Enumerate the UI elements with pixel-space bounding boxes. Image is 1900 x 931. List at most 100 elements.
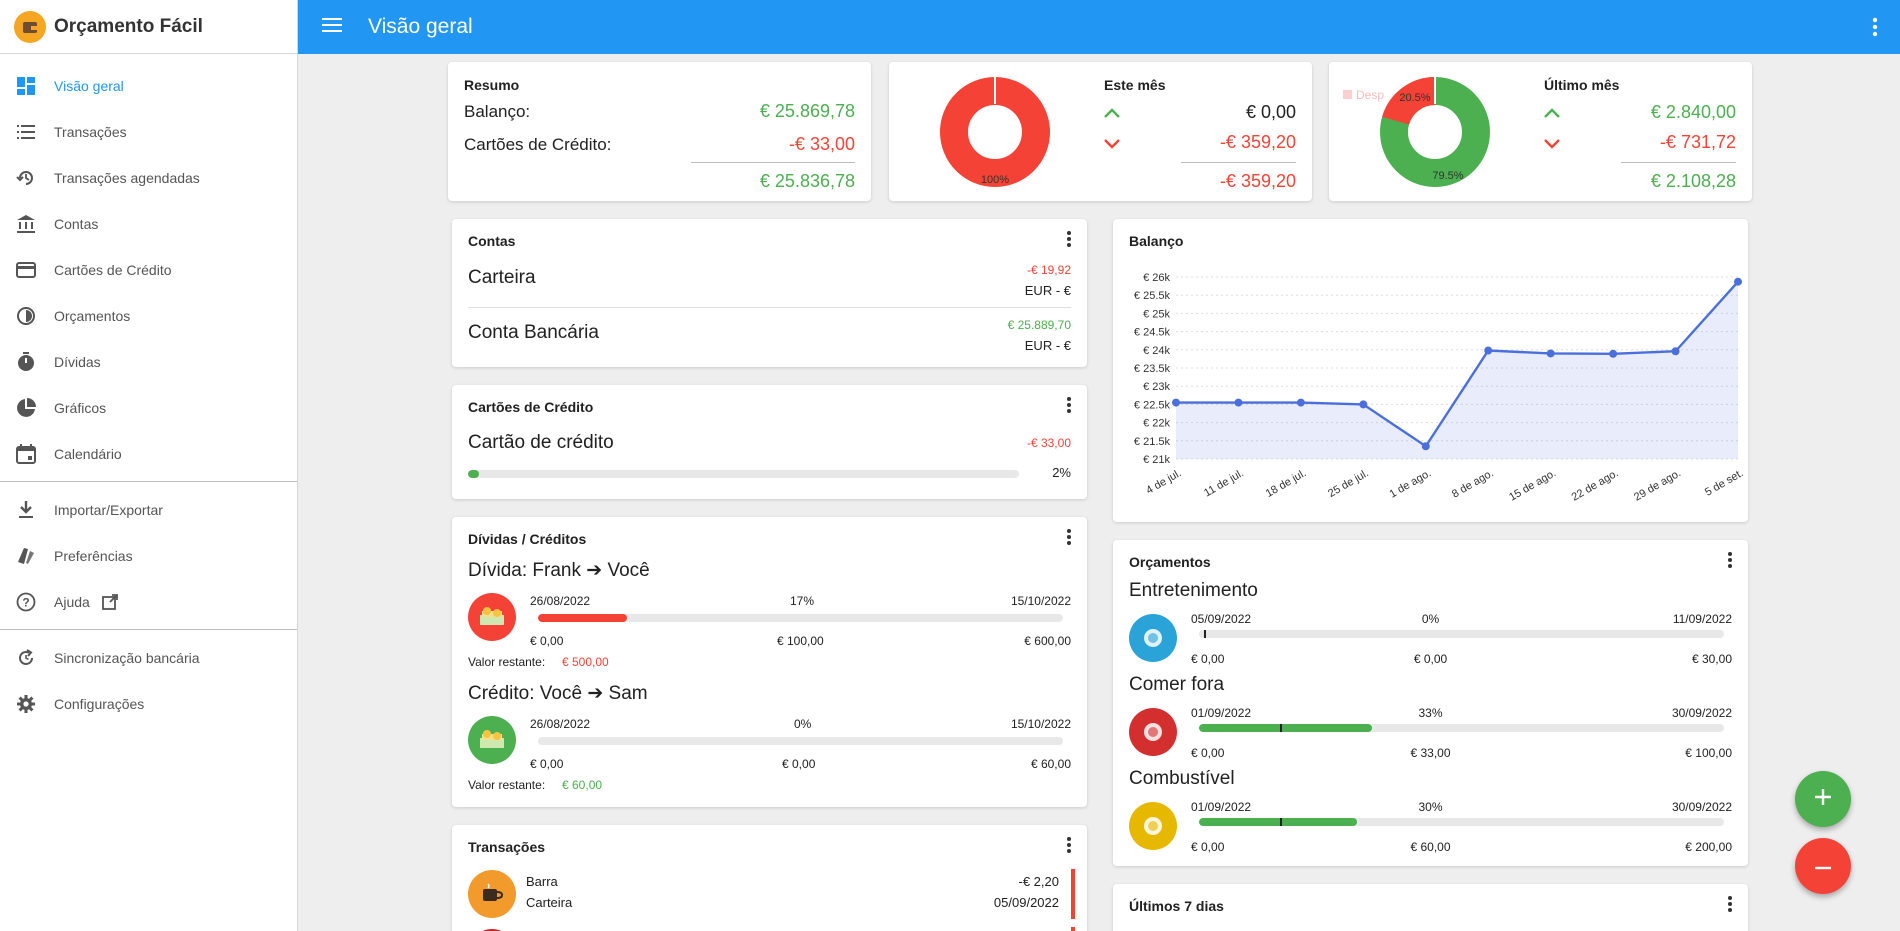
debt-min: € 0,00: [530, 757, 564, 771]
debt-max: € 60,00: [1030, 757, 1071, 771]
card-ultimo-mes: Desp 20.5% 79.5% Último mês € 2.840,00 -…: [1329, 62, 1752, 201]
card-menu-icon[interactable]: [1067, 837, 1071, 855]
budget-progress: [1199, 630, 1724, 638]
remove-transaction-button[interactable]: [1795, 838, 1851, 894]
pie-label-expense: 20.5%: [1399, 92, 1430, 104]
sync-icon: [14, 646, 38, 670]
x-tick-label: 8 de ago.: [1450, 467, 1496, 500]
bank-icon: [14, 212, 38, 236]
sidebar-item-sincronizacao[interactable]: Sincronização bancária: [0, 635, 297, 681]
account-name: Conta Bancária: [468, 322, 599, 343]
add-transaction-button[interactable]: [1795, 771, 1851, 827]
budget-max: € 200,00: [1685, 840, 1732, 854]
budget-progress-fill: [1199, 724, 1373, 732]
card-menu-icon[interactable]: [1067, 231, 1071, 249]
x-tick-label: 5 de set.: [1703, 467, 1746, 498]
debt-min: € 0,00: [530, 634, 564, 648]
hamburger-menu-icon[interactable]: [322, 17, 348, 38]
card-menu-icon[interactable]: [1728, 552, 1732, 570]
card-title: Balanço: [1129, 233, 1184, 249]
transaction-expense-indicator: [1071, 869, 1075, 919]
x-tick-label: 15 de ago.: [1507, 467, 1558, 503]
list-icon: [14, 120, 38, 144]
sidebar-item-label: Orçamentos: [54, 308, 131, 324]
debt-end-date: 15/10/2022: [1010, 717, 1071, 731]
este-mes-total: -€ 359,20: [1219, 171, 1296, 191]
budget-mid: € 0,00: [1413, 652, 1448, 666]
sidebar-item-ajuda[interactable]: ? Ajuda: [0, 579, 297, 625]
budget-end-date: 30/09/2022: [1671, 800, 1732, 814]
sidebar-item-calendario[interactable]: Calendário: [0, 431, 297, 477]
card-menu-icon[interactable]: [1067, 397, 1071, 415]
budget-item[interactable]: Comer fora 01/09/2022 33% 30/09/2022 € 0…: [1129, 674, 1732, 768]
debt-item[interactable]: Crédito: Você ➔ Sam 26/08/2022 0% 15/10/…: [468, 682, 1071, 802]
credit-card-progress: [468, 470, 1019, 478]
arrow-up-icon: [1544, 105, 1560, 123]
sidebar-item-configuracoes[interactable]: Configurações: [0, 681, 297, 727]
sidebar-item-dividas[interactable]: Dívidas: [0, 339, 297, 385]
debt-remaining-label: Valor restante:: [468, 778, 546, 792]
cartoes-label: Cartões de Crédito:: [464, 134, 612, 154]
sidebar-item-label: Preferências: [54, 548, 133, 564]
divider: [0, 629, 297, 630]
account-row[interactable]: Conta Bancária € 25.889,70 EUR - €: [468, 318, 1071, 363]
resumo-total: € 25.836,78: [759, 171, 855, 191]
data-point: [1609, 349, 1618, 358]
card-dividas: Dívidas / Créditos Dívida: Frank ➔ Você …: [452, 517, 1087, 807]
sidebar-item-label: Gráficos: [54, 400, 107, 416]
card-balanco-chart: Balanço € 21k € 21.5k € 22k € 22.5k € 23k € 2…: [1113, 219, 1748, 522]
sidebar-item-preferencias[interactable]: Preferências: [0, 533, 297, 579]
y-tick-label: € 23.5k: [1134, 363, 1171, 375]
budget-progress: [1199, 724, 1724, 732]
transaction-date: 05/09/2022: [993, 895, 1059, 910]
budget-item[interactable]: Entretenimento 05/09/2022 0% 11/09/2022 …: [1129, 580, 1732, 674]
sidebar-item-transacoes[interactable]: Transações: [0, 109, 297, 155]
data-point: [1546, 349, 1555, 358]
debt-item[interactable]: Dívida: Frank ➔ Você 26/08/2022 17% 15/1…: [468, 559, 1071, 679]
budget-percent: 0%: [1421, 612, 1440, 626]
card-orcamentos: Orçamentos Entretenimento 05/09/2022 0% …: [1113, 540, 1748, 866]
card-este-mes: 100% Este mês € 0,00 -€ 359,20 -€ 359,20: [889, 62, 1312, 201]
budget-today-marker: [1280, 818, 1283, 826]
sidebar-item-label: Dívidas: [54, 354, 101, 370]
data-point: [1172, 398, 1180, 407]
account-row[interactable]: Carteira -€ 19,92 EUR - €: [468, 263, 1071, 308]
card-title: Último mês: [1544, 77, 1620, 93]
account-balance: € 25.889,70: [1007, 318, 1071, 332]
pie-chart-icon: [14, 396, 38, 420]
sidebar-item-visao-geral[interactable]: Visão geral: [0, 63, 297, 109]
divider: [691, 162, 855, 163]
budget-mid: € 60,00: [1410, 840, 1451, 854]
minus-icon: [1814, 857, 1832, 875]
card-title: Últimos 7 dias: [1129, 898, 1224, 914]
budget-mid: € 33,00: [1410, 746, 1451, 760]
sidebar-item-orcamentos[interactable]: Orçamentos: [0, 293, 297, 339]
card-title: Transações: [468, 839, 546, 855]
sidebar-item-cartoes[interactable]: Cartões de Crédito: [0, 247, 297, 293]
sidebar-item-graficos[interactable]: Gráficos: [0, 385, 297, 431]
y-tick-label: € 26k: [1143, 272, 1170, 284]
y-tick-label: € 21k: [1143, 454, 1170, 466]
transaction-account: Carteira: [526, 895, 573, 910]
data-point: [1234, 398, 1243, 407]
card-menu-icon[interactable]: [1067, 529, 1071, 547]
more-vert-icon[interactable]: [1872, 17, 1878, 42]
transaction-row[interactable]: Barra Carteira -€ 2,20 05/09/2022: [468, 869, 1075, 919]
pie-label: 100%: [981, 174, 1009, 186]
budget-name: Combustível: [1129, 768, 1235, 789]
data-point: [1421, 442, 1430, 451]
sidebar-item-importar-exportar[interactable]: Importar/Exportar: [0, 487, 297, 533]
account-currency: EUR - €: [1024, 283, 1071, 298]
card-cartoes-credito: Cartões de Crédito Cartão de crédito -€ …: [452, 385, 1087, 499]
sidebar-item-label: Configurações: [54, 696, 145, 712]
budget-item[interactable]: Combustível 01/09/2022 30% 30/09/2022 € …: [1129, 768, 1732, 862]
x-tick-label: 18 de jul.: [1264, 467, 1309, 500]
sidebar-item-transacoes-agendadas[interactable]: Transações agendadas: [0, 155, 297, 201]
budget-end-date: 30/09/2022: [1671, 706, 1732, 720]
calendar-icon: [14, 442, 38, 466]
y-tick-label: € 22.5k: [1134, 399, 1171, 411]
debt-start-date: 26/08/2022: [530, 594, 591, 608]
card-menu-icon[interactable]: [1728, 896, 1732, 914]
svg-text:?: ?: [22, 596, 29, 610]
sidebar-item-contas[interactable]: Contas: [0, 201, 297, 247]
